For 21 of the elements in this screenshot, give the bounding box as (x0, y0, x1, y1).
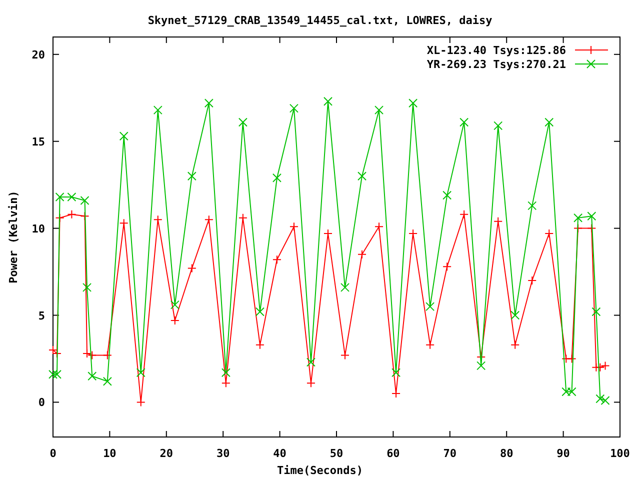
tick-label: 50 (330, 447, 344, 460)
axis-title: Time(Seconds) (276, 464, 364, 477)
tick-label: 5 (38, 309, 45, 322)
tick-label: 10 (103, 447, 116, 460)
axis-title: Power (Kelvin) (7, 190, 20, 284)
tick-label: 90 (556, 447, 570, 460)
legend-label: YR-269.23 Tsys:270.21 (426, 58, 566, 71)
tick-label: 30 (216, 447, 230, 460)
tick-label: 70 (443, 447, 457, 460)
chart-title: Skynet_57129_CRAB_13549_14455_cal.txt, LOWRES, daisy (148, 14, 492, 27)
tick-label: 15 (32, 135, 45, 148)
legend-label: XL-123.40 Tsys:125.86 (426, 44, 566, 57)
tick-label: 40 (273, 447, 286, 460)
tick-label: 10 (32, 222, 45, 236)
tick-label: 100 (610, 447, 630, 460)
tick-label: 80 (500, 447, 514, 460)
tick-label: 0 (38, 396, 45, 410)
tick-label: 20 (160, 447, 174, 460)
tick-label: 20 (32, 48, 45, 62)
tick-label: 0 (50, 447, 56, 460)
tick-label: 60 (386, 447, 400, 460)
